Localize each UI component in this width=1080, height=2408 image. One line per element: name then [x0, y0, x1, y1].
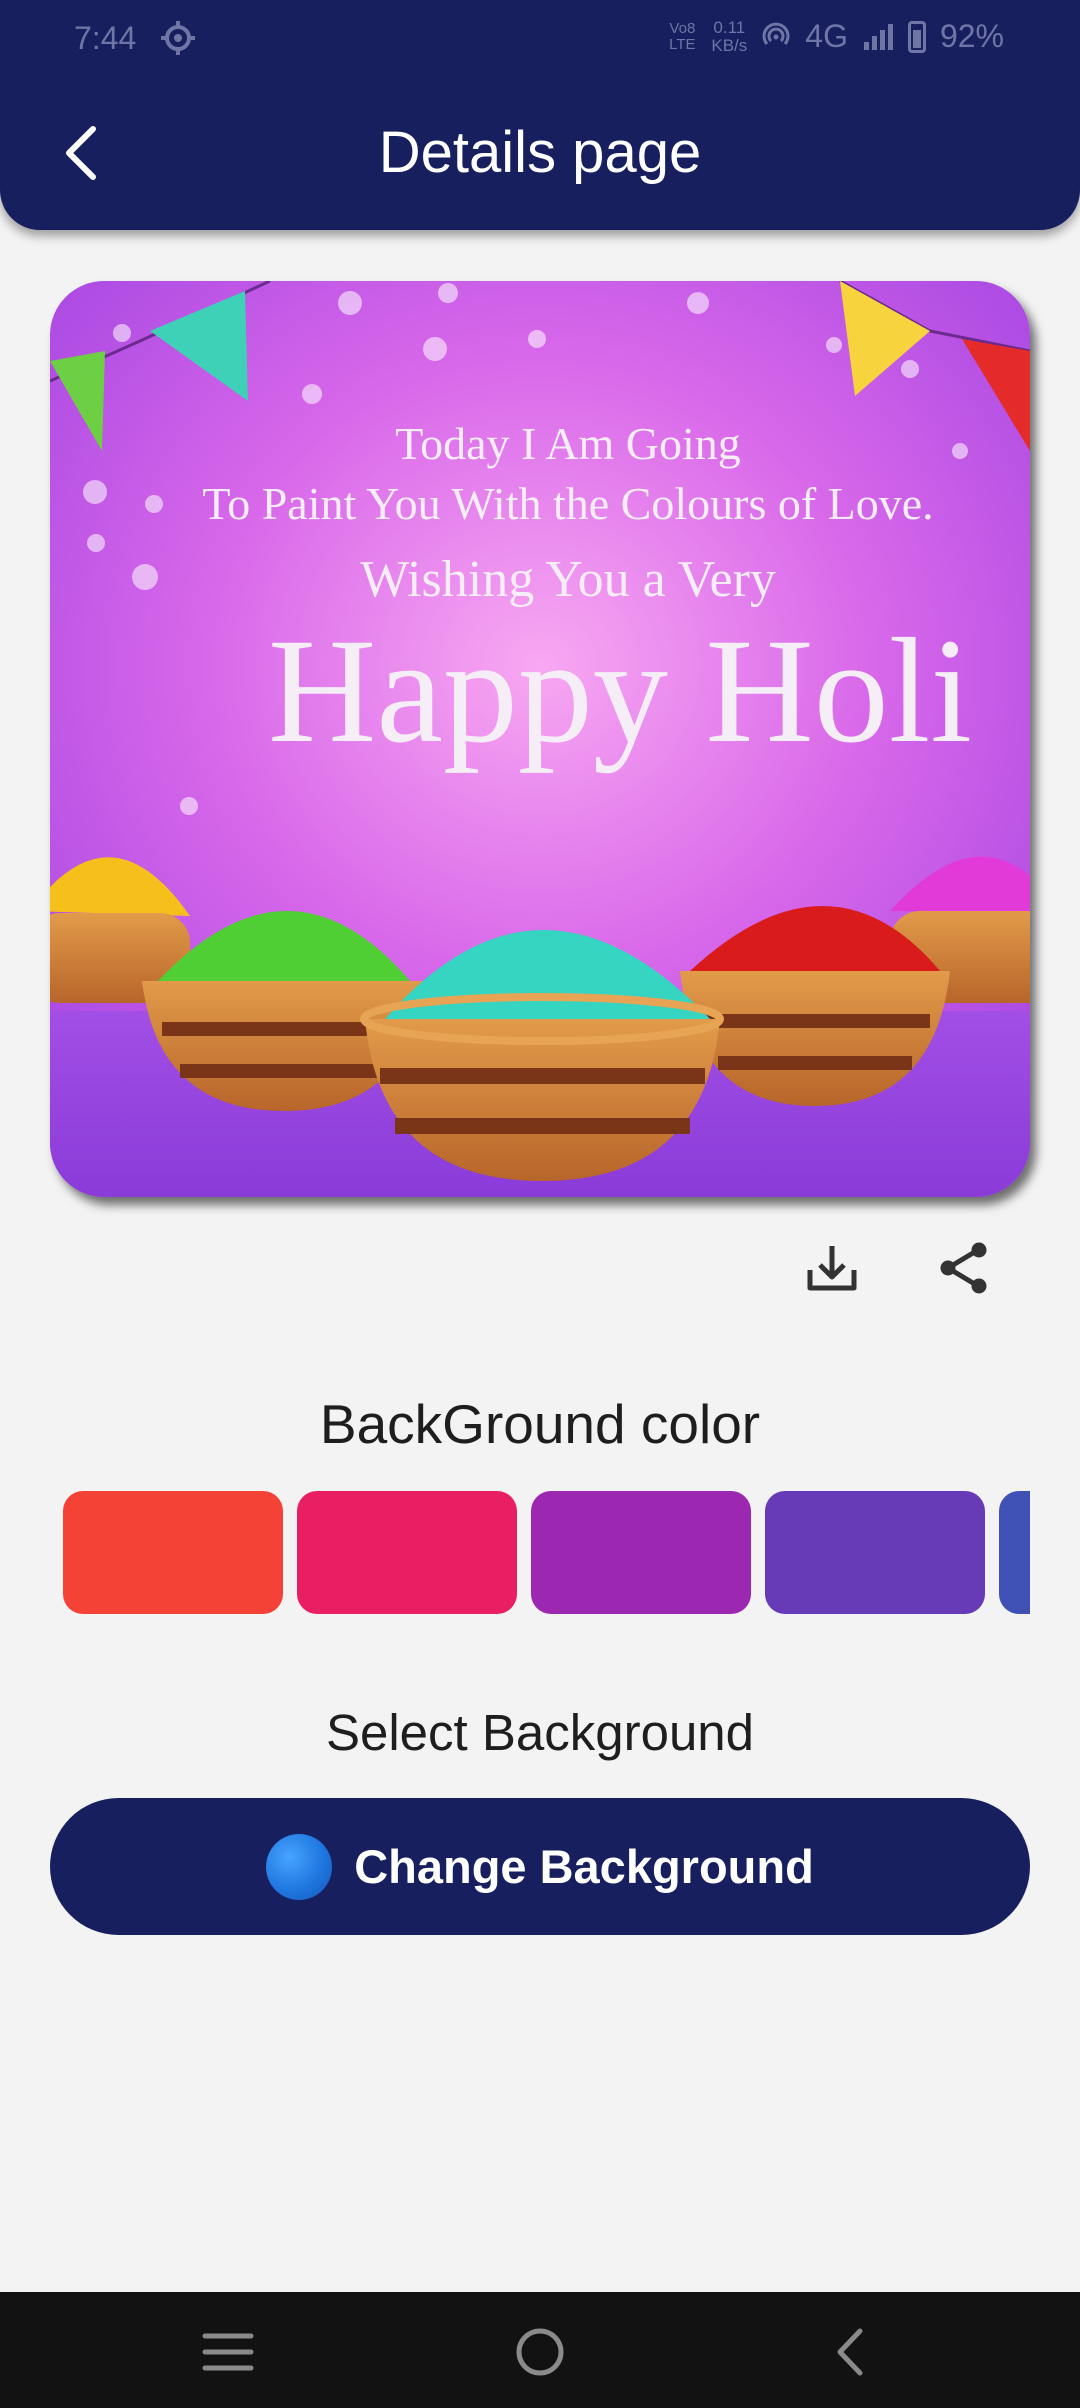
status-bar: 7:44 Vo8 LTE 0.11 KB/s 4G 92% — [0, 0, 1080, 78]
status-right-group: Vo8 LTE 0.11 KB/s 4G 92% — [667, 18, 1004, 55]
greeting-card-image: Today I Am Going To Paint You With the C… — [50, 281, 1030, 1197]
status-time: 7:44 — [74, 20, 137, 56]
home-circle-icon — [516, 2328, 564, 2376]
menu-icon — [202, 2333, 254, 2371]
select-background-label: Select Background — [325, 1704, 755, 1761]
color-swatch[interactable] — [531, 1491, 751, 1614]
change-background-button[interactable]: Change Background — [50, 1798, 1030, 1935]
color-swatch-list[interactable] — [63, 1491, 1030, 1616]
card-headline: Happy Holi — [268, 608, 972, 774]
card-line-2: To Paint You With the Colours of Love. — [202, 478, 933, 529]
color-swatch[interactable] — [999, 1491, 1030, 1614]
hotspot-icon — [762, 22, 790, 45]
signal-icon — [863, 23, 893, 50]
battery-icon — [907, 20, 926, 53]
recent-apps-button[interactable] — [188, 2312, 268, 2392]
color-swatch[interactable] — [297, 1491, 517, 1614]
volte-indicator: Vo8 LTE — [669, 19, 696, 53]
net-speed: 0.11 KB/s — [711, 17, 748, 55]
back-chevron-icon — [837, 2328, 863, 2376]
download-button[interactable] — [792, 1228, 872, 1308]
battery-percent: 92% — [939, 18, 1004, 54]
share-button[interactable] — [924, 1228, 1004, 1308]
net-speed-value: 0.11 — [713, 17, 746, 37]
share-icon — [940, 1242, 987, 1294]
home-button[interactable] — [500, 2312, 580, 2392]
app-bar: 7:44 Vo8 LTE 0.11 KB/s 4G 92% Details pa… — [0, 0, 1080, 230]
globe-icon — [266, 1833, 333, 1900]
color-swatch[interactable] — [765, 1491, 985, 1614]
card-line-3: Wishing You a Very — [360, 551, 776, 608]
net-speed-unit: KB/s — [711, 35, 748, 55]
change-background-label: Change Background — [354, 1840, 814, 1893]
image-actions — [0, 1228, 1080, 1308]
color-swatch[interactable] — [63, 1491, 283, 1614]
network-type: 4G — [805, 18, 848, 54]
background-color-label: BackGround color — [319, 1393, 761, 1455]
page-title: Details page — [378, 120, 702, 185]
system-nav-bar — [0, 2292, 1080, 2408]
settings-status-icon — [161, 21, 195, 55]
card-line-1: Today I Am Going — [395, 418, 741, 469]
download-icon — [807, 1246, 857, 1291]
nav-back-button[interactable] — [810, 2312, 890, 2392]
